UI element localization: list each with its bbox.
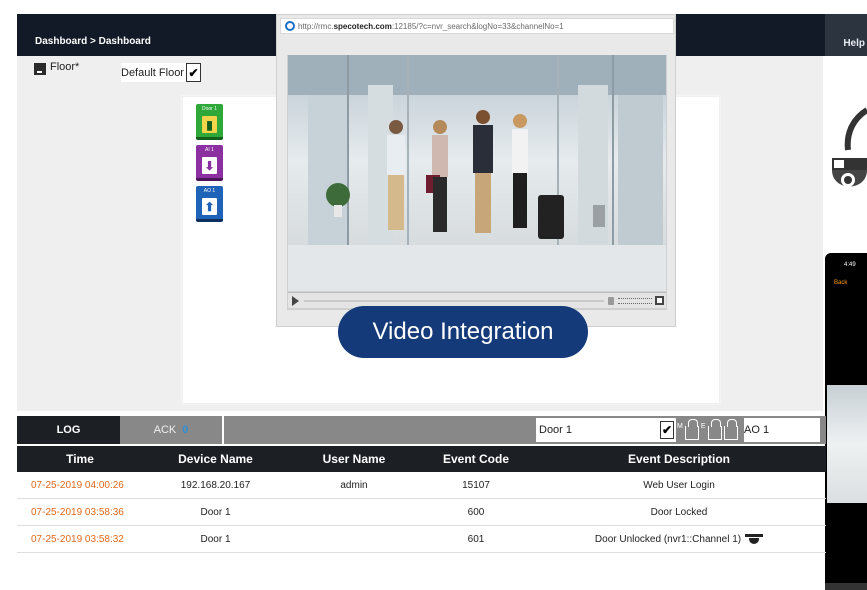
popup-address-bar[interactable]: http://rmc. specotech.com:12185/?c=nvr_se…	[280, 18, 674, 34]
phone-bottom-bar	[825, 583, 867, 590]
door-device-tag: Door 1	[201, 106, 217, 112]
ao-device-tag: AO 1	[203, 188, 216, 194]
door-filter-select[interactable]: Door 1 ✔	[536, 418, 676, 442]
camera-icon[interactable]	[745, 534, 764, 544]
chevron-down-icon[interactable]: ✔	[660, 421, 674, 439]
floor-icon	[34, 63, 46, 75]
url-host: specotech.com	[333, 21, 392, 31]
ack-label: ACK	[153, 424, 177, 436]
lock-mode-label-e: E	[700, 422, 706, 430]
fullscreen-icon[interactable]	[655, 296, 664, 305]
floor-label-row: Floor*	[34, 61, 79, 81]
mobile-phone: 4:49 Back	[825, 253, 867, 590]
volume-slider[interactable]	[618, 298, 652, 304]
seek-bar[interactable]	[304, 300, 604, 302]
cell-user: admin	[340, 479, 368, 491]
cell-desc-text: Web User Login	[643, 479, 715, 491]
lock-mode-label-m: M	[677, 422, 683, 430]
lock-controls: M E	[677, 418, 743, 442]
cell-code: 15107	[462, 479, 490, 491]
volume-icon[interactable]	[608, 297, 614, 305]
cell-desc: Door Unlocked (nvr1::Channel 1)	[532, 534, 826, 545]
cell-time: 07-25-2019 03:58:32	[31, 533, 124, 545]
url-prefix: http://rmc.	[298, 21, 334, 31]
ai-device-icon[interactable]: AI 1 ⬇	[196, 145, 223, 181]
url-suffix: :12185/?c=nvr_search&logNo=33&channelNo=…	[391, 21, 564, 31]
lock-icon[interactable]	[707, 419, 722, 440]
log-toolbar: LOG ACK 0 Door 1 ✔ M E AO 1	[17, 416, 826, 444]
ao-filter-value: AO 1	[744, 424, 770, 436]
upload-icon: ⬆	[202, 198, 217, 215]
unlock-icon[interactable]	[723, 419, 738, 440]
cell-desc: Web User Login	[532, 480, 826, 491]
ao-device-icon[interactable]: AO 1 ⬆	[196, 186, 223, 222]
phone-time: 4:49	[844, 262, 856, 268]
video-scene	[288, 55, 666, 291]
table-row[interactable]: 07-25-2019 03:58:32 Door 1 601 Door Unlo…	[17, 526, 826, 553]
floor-label: Floor*	[50, 61, 80, 73]
phone-back-button[interactable]: Back	[834, 280, 847, 286]
lock-icon[interactable]	[684, 419, 699, 440]
help-area: Help	[825, 14, 867, 56]
phone-video-thumbnail	[827, 385, 867, 503]
col-code-header[interactable]: Event Code	[420, 452, 532, 466]
col-desc-header[interactable]: Event Description	[532, 452, 826, 466]
ao-filter-select[interactable]: AO 1	[744, 418, 824, 442]
col-user-header[interactable]: User Name	[288, 452, 420, 466]
download-icon: ⬇	[202, 157, 217, 174]
help-link[interactable]: Help	[843, 38, 865, 49]
video-player	[287, 55, 667, 310]
col-time-header[interactable]: Time	[17, 452, 143, 466]
video-integration-banner: Video Integration	[338, 306, 588, 358]
door-filter-value: Door 1	[539, 424, 573, 436]
table-row[interactable]: 07-25-2019 04:00:26 192.168.20.167 admin…	[17, 472, 826, 499]
col-device-header[interactable]: Device Name	[143, 452, 288, 466]
cell-device: Door 1	[200, 533, 231, 545]
ack-count-badge: 0	[182, 424, 189, 436]
cell-time: 07-25-2019 04:00:26	[31, 479, 124, 491]
video-popup-window: http://rmc. specotech.com:12185/?c=nvr_se…	[276, 14, 676, 327]
table-header: Time Device Name User Name Event Code Ev…	[17, 446, 826, 472]
table-row[interactable]: 07-25-2019 03:58:36 Door 1 600 Door Lock…	[17, 499, 826, 526]
cell-time: 07-25-2019 03:58:36	[31, 506, 124, 518]
cell-device: Door 1	[200, 506, 231, 518]
cell-device: 192.168.20.167	[180, 479, 251, 491]
event-log-table: Time Device Name User Name Event Code Ev…	[17, 446, 826, 553]
cell-code: 601	[467, 533, 485, 545]
floor-select[interactable]: Default Floor ✔	[121, 63, 201, 82]
ai-device-tag: AI 1	[205, 147, 214, 153]
cell-desc-text: Door Locked	[650, 506, 708, 518]
globe-icon	[285, 21, 295, 31]
video-feed[interactable]	[288, 55, 666, 291]
chevron-down-icon[interactable]: ✔	[185, 63, 201, 82]
door-device-icon[interactable]: Door 1 ▮	[196, 104, 223, 140]
dome-camera-icon	[832, 107, 867, 187]
app-root: Dashboard > Dashboard Help Floor* Defaul…	[0, 0, 867, 590]
door-icon: ▮	[202, 116, 217, 133]
breadcrumb[interactable]: Dashboard > Dashboard	[35, 36, 151, 47]
tab-ack[interactable]: ACK 0	[120, 416, 224, 444]
cell-desc-text: Door Unlocked (nvr1::Channel 1)	[594, 533, 742, 545]
tab-log[interactable]: LOG	[17, 416, 120, 444]
cell-desc: Door Locked	[532, 507, 826, 518]
cell-code: 600	[467, 506, 485, 518]
play-icon[interactable]	[292, 296, 299, 306]
floor-select-value: Default Floor	[121, 66, 184, 79]
